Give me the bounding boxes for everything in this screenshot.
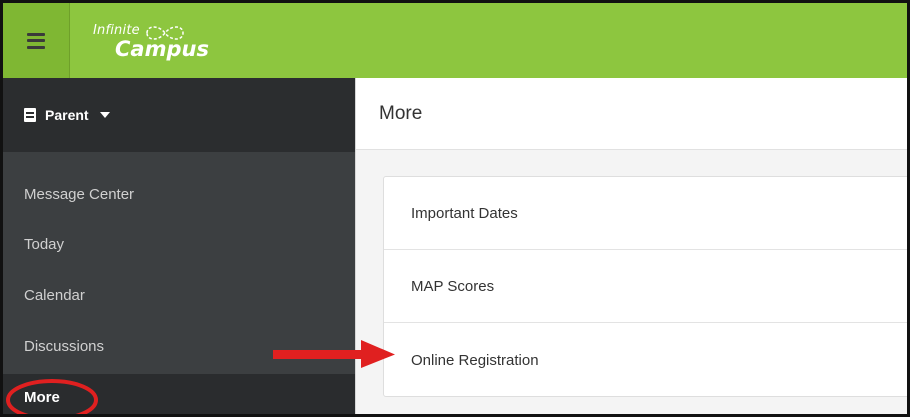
sidebar-item-label: Calendar [24,286,85,304]
link-important-dates[interactable]: Important Dates [384,177,907,250]
top-bar: Infinite Campus [3,3,907,78]
hamburger-menu-icon [27,32,45,49]
logo-text-campus: Campus [115,37,209,61]
sidebar-item-message-center[interactable]: Message Center [3,168,355,220]
link-map-scores[interactable]: MAP Scores [384,250,907,323]
list-item-label: MAP Scores [411,277,495,295]
sidebar-item-today[interactable]: Today [3,218,355,270]
list-item-label: Online Registration [411,352,539,369]
logo-text-infinite: Infinite [93,23,140,38]
annotation-circle-icon [6,379,98,414]
annotation-arrow-icon [273,340,395,368]
sidebar-item-label: Today [24,235,65,253]
more-links-card: Important Dates MAP Scores Online Regist… [383,176,907,398]
main-content: More Important Dates MAP Scores Online R… [355,78,907,414]
page-header: More [356,78,907,150]
menu-button[interactable] [3,3,70,78]
link-online-registration[interactable]: Online Registration [384,323,907,398]
list-item-label: Important Dates [411,204,518,222]
sidebar-item-label: Message Center [24,185,135,203]
sidebar-item-label: Discussions [24,337,105,355]
screenshot-frame: Infinite Campus Parent Message Center To… [0,0,910,417]
infinite-campus-logo[interactable]: Infinite Campus [93,21,213,65]
document-icon [24,108,36,122]
caret-down-icon [99,112,110,118]
page-title: More [379,102,423,124]
sidebar-item-calendar[interactable]: Calendar [3,269,355,321]
persona-selector[interactable]: Parent [3,78,355,152]
persona-label: Parent [45,107,89,123]
